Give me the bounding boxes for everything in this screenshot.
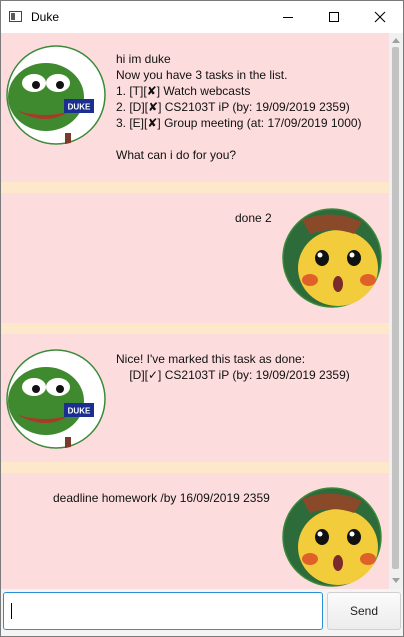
scroll-down-arrow-icon[interactable] [392,578,400,583]
pepe-duke-avatar: DUKE [6,349,106,449]
dialog-box-user: done 2 [1,193,389,323]
vertical-scrollbar[interactable] [389,33,403,589]
input-area: Send [1,589,403,636]
message-line: done 2 [235,211,272,225]
scroll-up-arrow-icon[interactable] [392,38,400,43]
app-icon [9,11,22,22]
dialog-box-duke: DUKE Nice! I've marked this task as done… [1,334,389,462]
message-line: 3. [E][✘] Group meeting (at: 17/09/2019 … [116,116,362,130]
message-line: hi im duke [116,52,171,66]
app-window: Duke DUKE hi im duke Now you have 3 task… [0,0,404,637]
user-message-text: deadline homework /by 16/09/2019 2359 [53,490,270,506]
pikachu-avatar [282,208,382,308]
minimize-icon [283,17,293,18]
message-line: deadline homework /by 16/09/2019 2359 [53,491,270,505]
dialog-box-user: deadline homework /by 16/09/2019 2359 [1,473,389,589]
scrollbar-thumb[interactable] [392,47,399,569]
send-button[interactable]: Send [327,592,401,630]
duke-message-text: Nice! I've marked this task as done: [D]… [116,351,350,383]
close-icon [374,11,386,23]
text-caret [11,603,12,619]
maximize-button[interactable] [311,1,357,33]
message-line: 2. [D][✘] CS2103T iP (by: 19/09/2019 235… [116,100,350,114]
pikachu-avatar [282,487,382,587]
close-button[interactable] [357,1,403,33]
message-line: What can i do for you? [116,148,237,162]
maximize-icon [329,12,339,22]
message-line: Nice! I've marked this task as done: [116,352,306,366]
dialog-box-duke: DUKE hi im duke Now you have 3 tasks in … [1,33,389,182]
message-line: Now you have 3 tasks in the list. [116,68,288,82]
svg-text:DUKE: DUKE [68,407,91,416]
pepe-duke-avatar: DUKE [6,45,106,145]
message-line: 1. [T][✘] Watch webcasts [116,84,251,98]
dialog-container[interactable]: DUKE hi im duke Now you have 3 tasks in … [1,33,389,589]
window-title: Duke [31,10,60,24]
svg-text:DUKE: DUKE [68,103,91,112]
duke-message-text: hi im duke Now you have 3 tasks in the l… [116,51,362,163]
user-message-text: done 2 [235,210,272,226]
message-line [116,131,362,147]
title-bar: Duke [1,1,403,33]
message-line: [D][✓] CS2103T iP (by: 19/09/2019 2359) [116,368,350,382]
user-input-field[interactable] [3,592,323,630]
minimize-button[interactable] [265,1,311,33]
